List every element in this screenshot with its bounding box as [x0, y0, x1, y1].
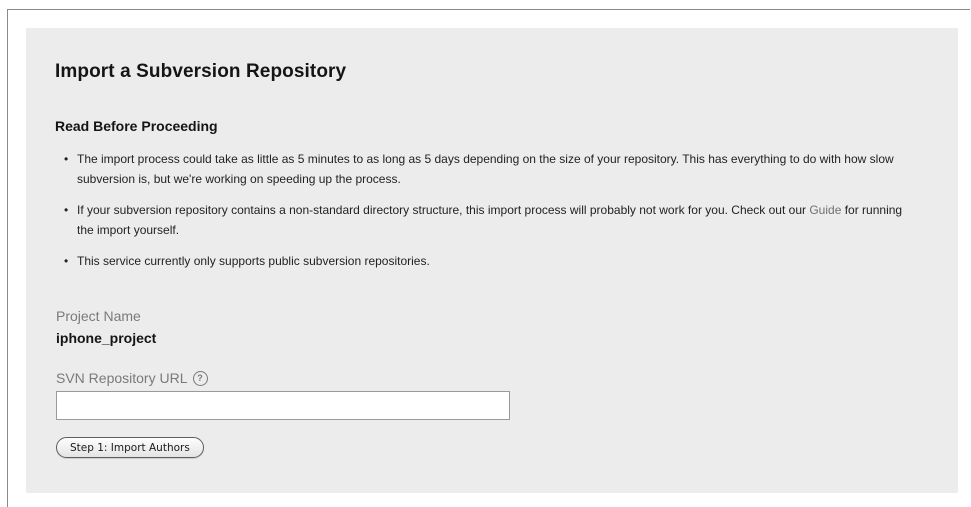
svn-url-input[interactable] [56, 391, 510, 420]
list-item: • If your subversion repository contains… [55, 200, 915, 240]
section-heading: Read Before Proceeding [55, 118, 218, 134]
help-icon[interactable]: ? [192, 370, 208, 386]
note-text: If your subversion repository contains a… [77, 203, 806, 217]
page-title: Import a Subversion Repository [55, 61, 347, 82]
bullet-icon: • [64, 203, 69, 217]
svn-url-label-row: SVN Repository URL ? [56, 370, 208, 386]
project-name-label: Project Name [56, 308, 141, 324]
list-item: • This service currently only supports p… [55, 251, 915, 271]
note-text: The import process could take as little … [77, 152, 894, 186]
import-authors-button[interactable]: Step 1: Import Authors [56, 437, 204, 458]
list-item: • The import process could take as littl… [55, 149, 915, 189]
svn-url-label: SVN Repository URL [56, 370, 188, 386]
notes-list: • The import process could take as littl… [55, 149, 915, 282]
note-text: This service currently only supports pub… [77, 254, 430, 268]
guide-link[interactable]: Guide [809, 203, 841, 217]
project-name-value: iphone_project [56, 330, 157, 346]
bullet-icon: • [64, 152, 69, 166]
bullet-icon: • [64, 254, 69, 268]
